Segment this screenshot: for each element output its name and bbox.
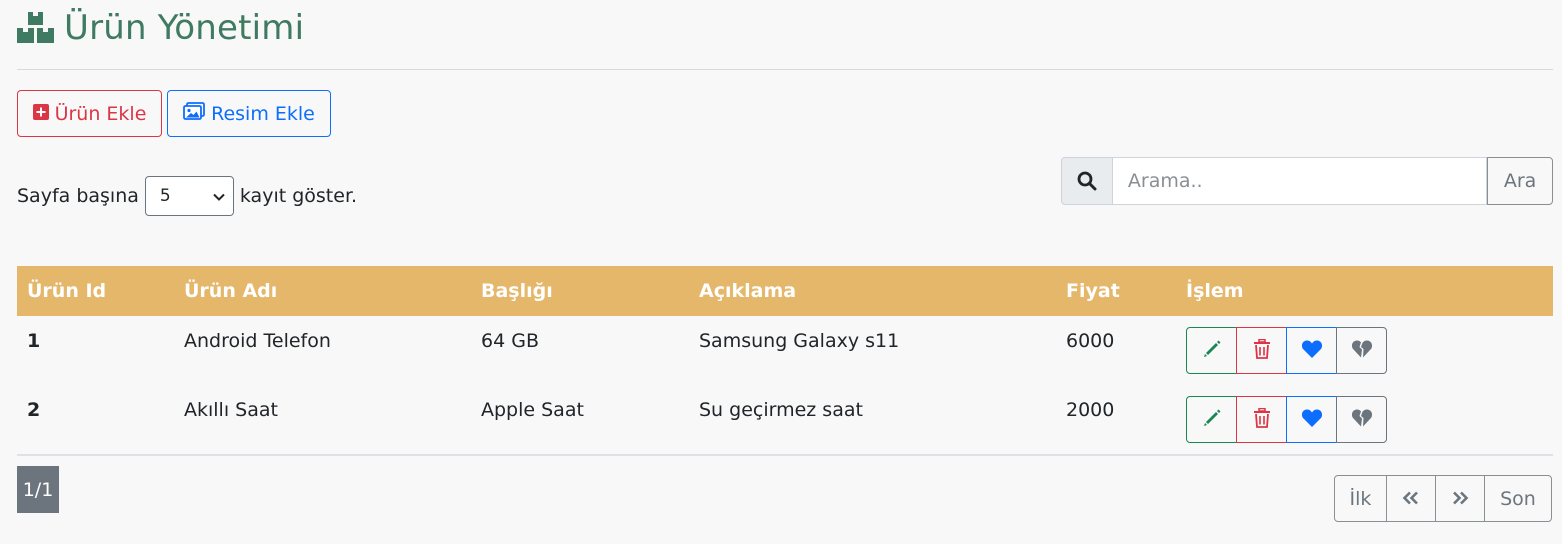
page-info-badge: 1/1 [17, 466, 59, 513]
add-product-button[interactable]: Ürün Ekle [17, 90, 162, 137]
like-button[interactable] [1286, 327, 1337, 374]
header-divider [17, 69, 1553, 70]
search-icon [1061, 157, 1113, 205]
cell-id: 1 [27, 330, 41, 352]
unlike-button[interactable] [1336, 396, 1387, 443]
cell-price: 6000 [1066, 330, 1115, 352]
table-row: 1 Android Telefon 64 GB Samsung Galaxy s… [17, 316, 1553, 386]
heart-icon [1301, 408, 1323, 432]
pagination: İlk Son [1334, 475, 1552, 522]
column-header-title[interactable]: Başlığı [481, 266, 553, 316]
cell-description: Samsung Galaxy s11 [699, 330, 900, 352]
edit-button[interactable] [1186, 327, 1237, 374]
page-title: Ürün Yönetimi [64, 8, 305, 48]
column-header-description[interactable]: Açıklama [699, 266, 796, 316]
cell-price: 2000 [1066, 399, 1115, 421]
cell-name: Android Telefon [184, 330, 331, 352]
broken-heart-icon [1351, 339, 1373, 363]
page-size-prefix: Sayfa başına [17, 185, 139, 207]
cell-title: 64 GB [481, 330, 539, 352]
cell-id: 2 [27, 399, 41, 421]
row-actions [1186, 327, 1387, 374]
double-chevron-left-icon [1402, 488, 1420, 510]
pencil-icon [1202, 339, 1222, 363]
page-size-suffix: kayıt göster. [239, 185, 358, 207]
last-page-button[interactable]: Son [1484, 475, 1552, 522]
page-header: Ürün Yönetimi [16, 6, 304, 50]
row-actions [1186, 396, 1387, 443]
broken-heart-icon [1351, 408, 1373, 432]
pencil-icon [1202, 408, 1222, 432]
search-placeholder: Arama.. [1127, 170, 1203, 192]
delete-button[interactable] [1236, 396, 1287, 443]
images-icon [183, 102, 206, 125]
search-button[interactable]: Ara [1487, 157, 1553, 205]
column-header-name[interactable]: Ürün Adı [184, 266, 277, 316]
column-header-id[interactable]: Ürün Id [27, 266, 106, 316]
page-size-value: 5 [159, 186, 171, 206]
add-image-label: Resim Ekle [211, 102, 315, 125]
cell-title: Apple Saat [481, 399, 584, 421]
trash-icon [1253, 407, 1271, 432]
trash-icon [1253, 338, 1271, 363]
add-product-label: Ürün Ekle [54, 102, 147, 125]
search-input[interactable]: Arama.. [1112, 157, 1488, 205]
column-header-actions: İşlem [1186, 280, 1244, 302]
add-image-button[interactable]: Resim Ekle [167, 90, 331, 137]
next-page-button[interactable] [1435, 475, 1485, 522]
delete-button[interactable] [1236, 327, 1287, 374]
heart-icon [1301, 339, 1323, 363]
table-bottom-border [17, 454, 1553, 456]
edit-button[interactable] [1186, 396, 1237, 443]
column-header-price[interactable]: Fiyat [1066, 266, 1120, 316]
page-size-control: Sayfa başına 5 kayıt göster. [17, 176, 357, 216]
double-chevron-right-icon [1451, 488, 1469, 510]
prev-page-button[interactable] [1386, 475, 1436, 522]
cell-description: Su geçirmez saat [699, 399, 863, 421]
cell-name: Akıllı Saat [184, 399, 278, 421]
chevron-down-icon [213, 186, 225, 206]
table-row: 2 Akıllı Saat Apple Saat Su geçirmez saa… [17, 385, 1553, 455]
boxes-icon [16, 10, 56, 46]
page-size-select[interactable]: 5 [144, 176, 234, 216]
plus-square-icon [32, 103, 49, 125]
like-button[interactable] [1286, 396, 1337, 443]
first-page-button[interactable]: İlk [1334, 475, 1387, 522]
search-group: Arama.. Ara [1061, 157, 1553, 205]
table-header: Ürün Id Ürün Adı Başlığı Açıklama Fiyat … [17, 266, 1553, 316]
unlike-button[interactable] [1336, 327, 1387, 374]
